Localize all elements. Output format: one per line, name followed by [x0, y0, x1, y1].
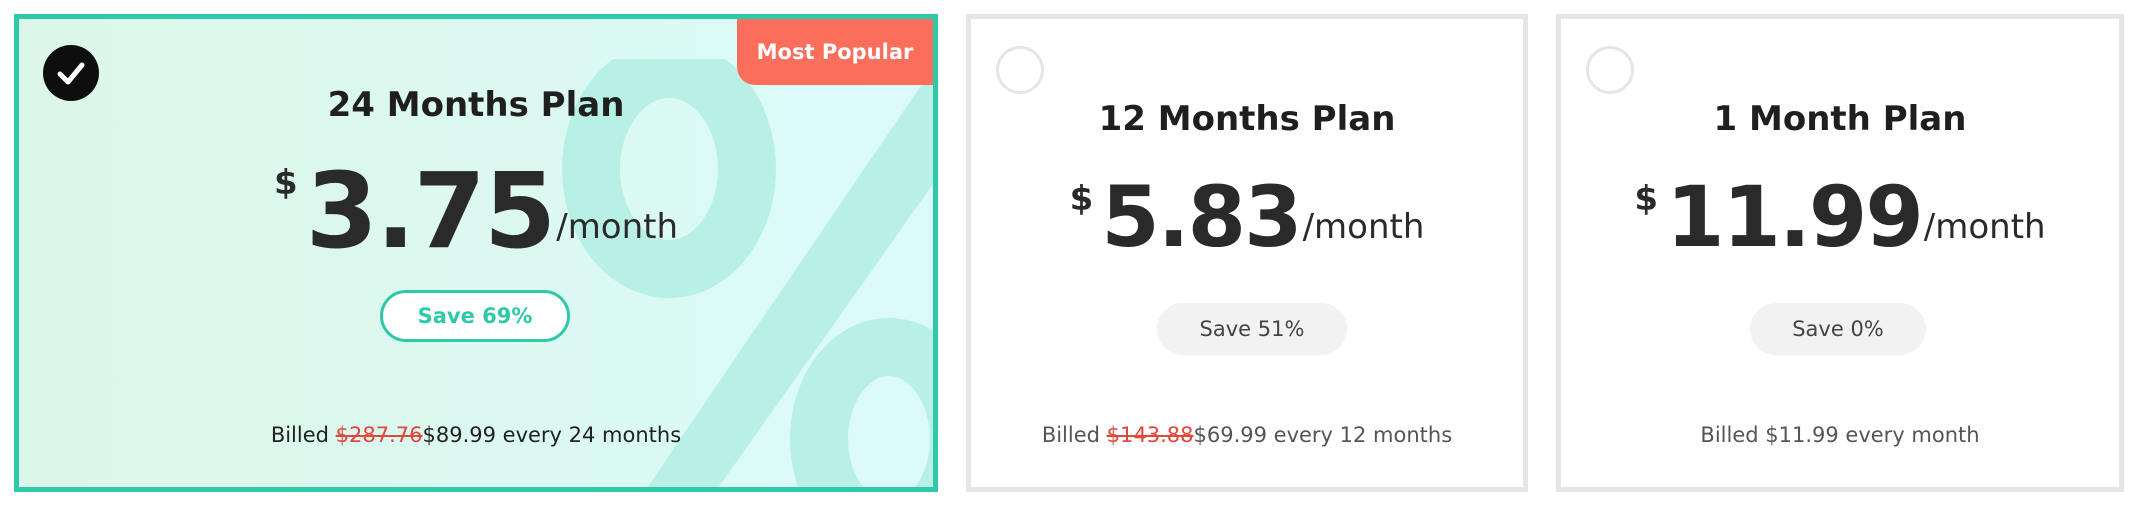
radio-circle-icon[interactable]: [996, 46, 1044, 94]
billing-info: Billed $143.88$69.99 every 12 months: [971, 423, 1523, 447]
billing-info: Billed $287.76$89.99 every 24 months: [19, 423, 933, 447]
billing-info: Billed $11.99 every month: [1700, 423, 1980, 447]
currency-symbol: $: [1069, 179, 1094, 219]
price-amount: 5.83: [1101, 168, 1302, 266]
billing-price: $89.99: [422, 423, 496, 447]
billing-price: $69.99: [1193, 423, 1267, 447]
billing-original-price: $287.76: [335, 423, 423, 447]
currency-symbol: $: [273, 163, 298, 203]
price-period: /month: [1923, 207, 2046, 247]
billing-suffix: every 24 months: [495, 423, 682, 447]
plan-title: 1 Month Plan: [1713, 99, 1967, 139]
most-popular-badge: Most Popular: [737, 19, 933, 85]
price-amount: 3.75: [305, 150, 557, 272]
price: $ 11.99 /month: [1561, 175, 2119, 259]
billing-prefix: Billed: [270, 423, 336, 447]
currency-symbol: $: [1634, 179, 1659, 219]
plan-card-24-months[interactable]: Most Popular 24 Months Plan $ 3.75 /mont…: [14, 14, 938, 492]
save-badge: Save 69%: [380, 290, 570, 342]
save-badge: Save 51%: [1157, 303, 1347, 355]
plan-title: 12 Months Plan: [1098, 99, 1396, 139]
radio-circle-icon[interactable]: [1586, 46, 1634, 94]
billing-suffix: every 12 months: [1266, 423, 1453, 447]
billing-prefix: Billed: [1041, 423, 1107, 447]
price: $ 3.75 /month: [19, 159, 933, 263]
price: $ 5.83 /month: [971, 175, 1523, 259]
billing-original-price: $143.88: [1106, 423, 1194, 447]
plan-card-12-months[interactable]: 12 Months Plan $ 5.83 /month Save 51% Bi…: [966, 14, 1528, 492]
price-period: /month: [556, 207, 679, 247]
plan-title: 24 Months Plan: [327, 85, 625, 125]
price-amount: 11.99: [1666, 168, 1924, 266]
plan-card-1-month[interactable]: 1 Month Plan $ 11.99 /month Save 0% Bill…: [1556, 14, 2124, 492]
save-badge: Save 0%: [1750, 303, 1926, 355]
price-period: /month: [1302, 207, 1425, 247]
